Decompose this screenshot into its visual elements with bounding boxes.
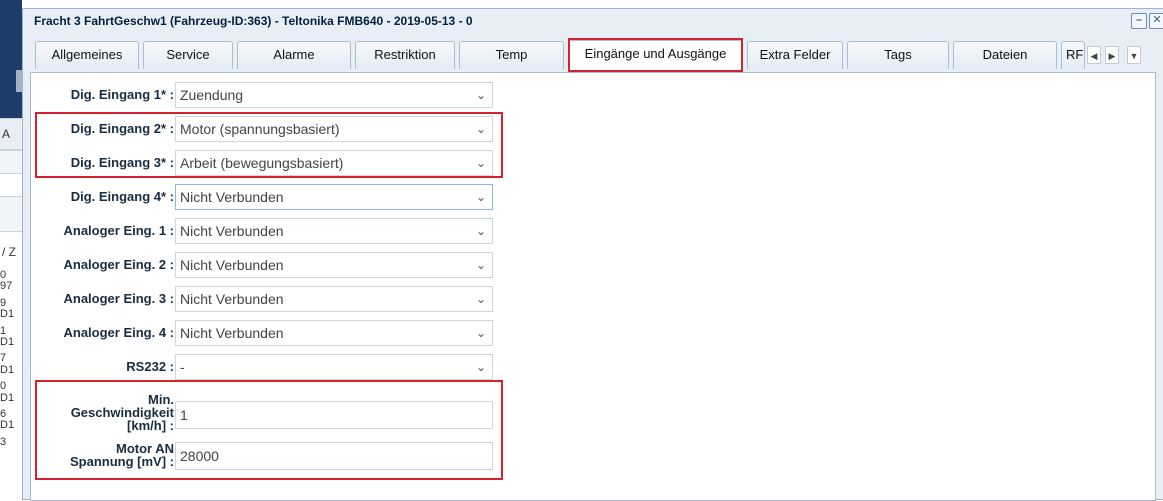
tab-service[interactable]: Service [143, 41, 233, 69]
field-dig-eingang-3: Dig. Eingang 3* : Arbeit (bewegungsbasie… [31, 149, 511, 177]
background-header [0, 0, 22, 120]
chevron-down-icon: ⌄ [475, 326, 486, 340]
tab-scroll-left-icon[interactable]: ◀ [1087, 46, 1101, 64]
field-rs232: RS232 : - ⌄ [31, 353, 511, 381]
chevron-down-icon: ⌄ [475, 224, 486, 238]
field-dig-eingang-4: Dig. Eingang 4* : Nicht Verbunden ⌄ [31, 183, 511, 211]
chevron-down-icon: ⌄ [475, 122, 486, 136]
field-label: Dig. Eingang 3* : [70, 155, 174, 170]
tab-rf[interactable]: RF [1061, 41, 1085, 69]
analoger-eing-4-select[interactable]: Nicht Verbunden ⌄ [175, 320, 493, 346]
field-label: Motor AN Spannung [mV] : [70, 441, 174, 469]
background-column-values: 0 97 9 D1 1 D1 7 D1 0 D1 6 D1 3 [0, 269, 15, 448]
background-row-label: A [2, 127, 11, 141]
tab-restriktion[interactable]: Restriktion [355, 41, 455, 69]
chevron-down-icon: ⌄ [475, 258, 486, 272]
dig-eingang-1-select[interactable]: Zuendung ⌄ [175, 82, 493, 108]
field-dig-eingang-1: Dig. Eingang 1* : Zuendung ⌄ [31, 81, 511, 109]
chevron-down-icon: ⌄ [475, 292, 486, 306]
chevron-down-icon: ⌄ [475, 360, 486, 374]
field-dig-eingang-2: Dig. Eingang 2* : Motor (spannungsbasier… [31, 115, 511, 143]
field-label: Dig. Eingang 4* : [70, 189, 174, 204]
title-bar[interactable]: Fracht 3 FahrtGeschw1 (Fahrzeug-ID:363) … [23, 9, 1163, 33]
tab-extra-felder[interactable]: Extra Felder [747, 41, 843, 69]
minimize-icon[interactable]: – [1131, 13, 1147, 29]
rs232-select[interactable]: - ⌄ [175, 354, 493, 380]
window-title: Fracht 3 FahrtGeschw1 (Fahrzeug-ID:363) … [34, 14, 473, 28]
analoger-eing-2-select[interactable]: Nicht Verbunden ⌄ [175, 252, 493, 278]
tab-tags[interactable]: Tags [847, 41, 949, 69]
vehicle-settings-window: Fracht 3 FahrtGeschw1 (Fahrzeug-ID:363) … [22, 8, 1163, 501]
tab-alarme[interactable]: Alarme [237, 41, 351, 69]
dig-eingang-4-select[interactable]: Nicht Verbunden ⌄ [175, 184, 493, 210]
chevron-down-icon: ⌄ [475, 156, 486, 170]
field-label: Dig. Eingang 2* : [70, 121, 174, 136]
tab-scroll-right-icon[interactable]: ▶ [1105, 46, 1119, 64]
field-label: RS232 : [126, 359, 174, 374]
tab-eingaenge-und-ausgaenge[interactable]: Eingänge und Ausgänge [568, 40, 743, 70]
analoger-eing-1-select[interactable]: Nicht Verbunden ⌄ [175, 218, 493, 244]
field-min-geschwindigkeit: Min. Geschwindigkeit [km/h] : 1 [31, 393, 511, 435]
tab-menu-icon[interactable]: ▼ [1127, 46, 1141, 64]
chevron-down-icon: ⌄ [475, 190, 486, 204]
min-geschwindigkeit-input[interactable]: 1 [175, 401, 493, 429]
field-analoger-eing-2: Analoger Eing. 2 : Nicht Verbunden ⌄ [31, 251, 511, 279]
tab-allgemeines[interactable]: Allgemeines [35, 41, 139, 69]
dig-eingang-3-select[interactable]: Arbeit (bewegungsbasiert) ⌄ [175, 150, 493, 176]
field-label: Analoger Eing. 4 : [63, 325, 174, 340]
analoger-eing-3-select[interactable]: Nicht Verbunden ⌄ [175, 286, 493, 312]
field-label: Analoger Eing. 1 : [63, 223, 174, 238]
dig-eingang-2-select[interactable]: Motor (spannungsbasiert) ⌄ [175, 116, 493, 142]
background-app: A / Z 0 97 9 D1 1 D1 7 D1 0 D1 6 D1 3 [0, 0, 22, 500]
background-toolbar: A [0, 118, 22, 150]
tab-dateien[interactable]: Dateien [953, 41, 1057, 69]
field-label: Analoger Eing. 2 : [63, 257, 174, 272]
field-label: Analoger Eing. 3 : [63, 291, 174, 306]
field-label: Min. Geschwindigkeit [km/h] : [70, 392, 174, 433]
field-analoger-eing-4: Analoger Eing. 4 : Nicht Verbunden ⌄ [31, 319, 511, 347]
field-analoger-eing-3: Analoger Eing. 3 : Nicht Verbunden ⌄ [31, 285, 511, 313]
field-label: Dig. Eingang 1* : [70, 87, 174, 102]
chevron-down-icon: ⌄ [475, 88, 486, 102]
field-analoger-eing-1: Analoger Eing. 1 : Nicht Verbunden ⌄ [31, 217, 511, 245]
motor-an-spannung-input[interactable]: 28000 [175, 442, 493, 470]
io-settings-panel: Dig. Eingang 1* : Zuendung ⌄ Dig. Eingang… [30, 72, 1156, 501]
close-icon[interactable]: ✕ [1149, 13, 1163, 29]
field-motor-an-spannung: Motor AN Spannung [mV] : 28000 [31, 439, 511, 473]
tab-temp[interactable]: Temp [459, 41, 564, 69]
tab-bar: Allgemeines Service Alarme Restriktion T… [23, 37, 1163, 73]
background-column-header: / Z [2, 245, 16, 259]
